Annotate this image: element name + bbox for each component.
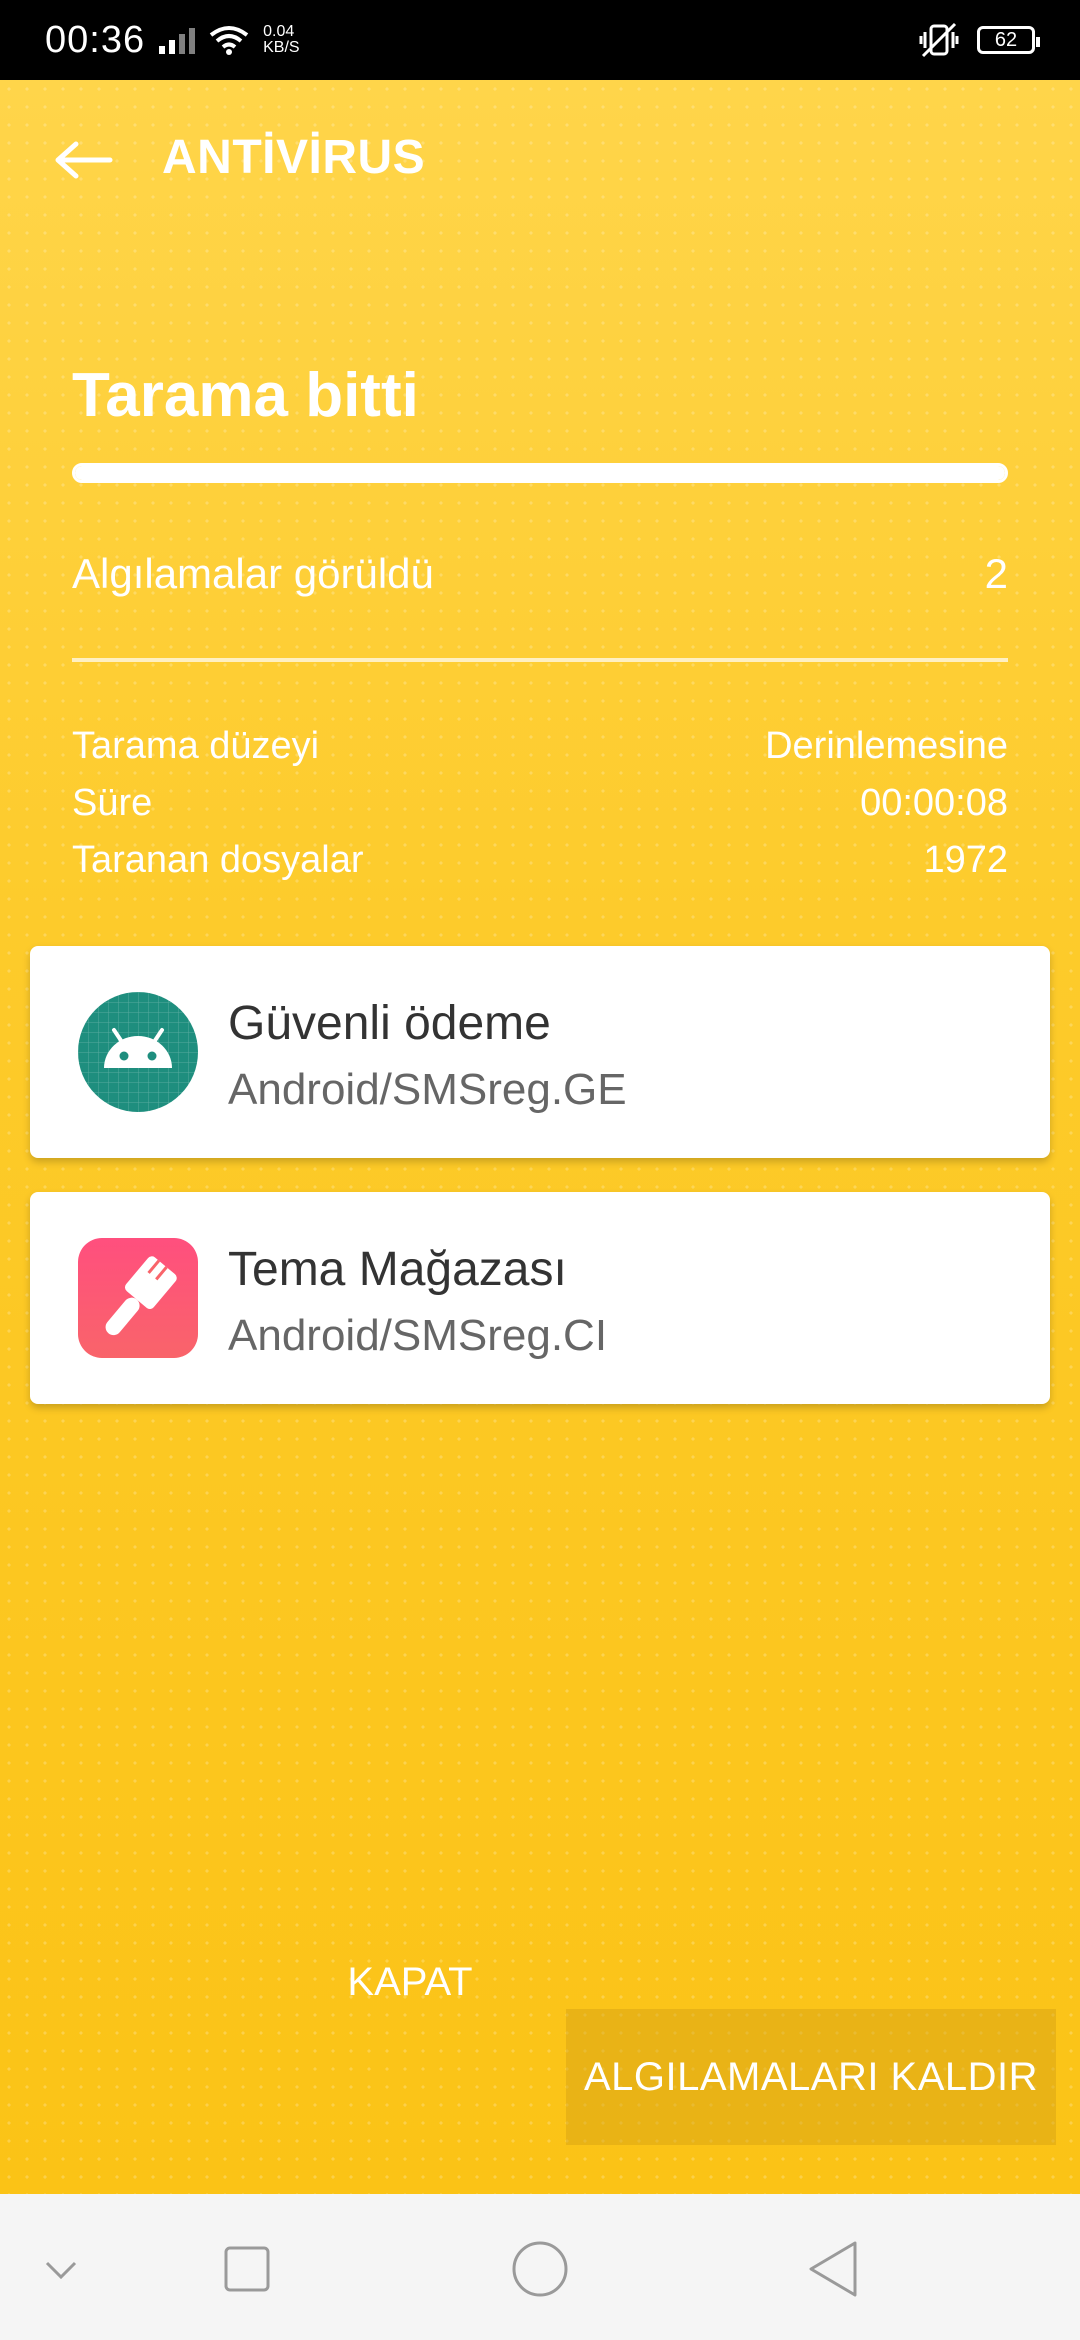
stat-row-scanned-files: Taranan dosyalar 1972 [72,832,1008,889]
detection-threat-name: Android/SMSreg.CI [228,1311,608,1360]
status-time: 00:36 [45,18,146,61]
net-speed-unit: KB/S [263,39,300,56]
scan-progress-bar [72,463,1008,483]
app-header: ANTİVİRUS [0,80,1080,235]
detections-summary: Algılamalar görüldü 2 [72,550,1008,598]
close-button[interactable]: KAPAT [330,1935,490,2029]
divider [72,658,1008,662]
detection-app-name: Güvenli ödeme [228,997,551,1050]
scan-stats: Tarama düzeyi Derinlemesine Süre 00:00:0… [72,718,1008,889]
android-icon [78,992,198,1112]
scan-progress-fill [75,466,1005,480]
scan-status-title: Tarama bitti [72,361,419,430]
detection-text: Güvenli ödeme Android/SMSreg.GE [228,996,627,1115]
stat-label: Taranan dosyalar [72,839,364,881]
vibrate-mute-icon [919,22,959,58]
stat-row-duration: Süre 00:00:08 [72,775,1008,832]
nav-home-button[interactable] [505,2234,575,2304]
nav-recents-button[interactable] [212,2234,282,2304]
detections-label: Algılamalar görüldü [72,550,434,597]
net-speed-value: 0.04 [263,23,295,40]
detections-count: 2 [984,550,1008,597]
page-title: ANTİVİRUS [162,131,426,184]
nav-back-button[interactable] [798,2234,868,2304]
back-button[interactable] [52,128,116,192]
circle-icon [512,2241,568,2297]
main-content: ANTİVİRUS Tarama bitti Algılamalar görül… [0,80,1080,2194]
detection-app-name: Tema Mağazası [228,1243,567,1296]
detection-text: Tema Mağazası Android/SMSreg.CI [228,1242,607,1361]
triangle-back-icon [809,2241,857,2297]
stat-value: 00:00:08 [860,782,1008,824]
status-bar: 00:36 0.04 KB/S 62 [0,0,1080,80]
chevron-down-icon [45,2261,77,2280]
navigation-bar [0,2194,1080,2340]
stat-value: Derinlemesine [765,725,1008,767]
battery-level: 62 [994,28,1018,51]
square-icon [224,2246,270,2292]
wifi-icon [209,26,249,55]
battery-icon: 62 [977,26,1040,54]
signal-icon [159,26,196,54]
detection-card-tema-magazasi[interactable]: Tema Mağazası Android/SMSreg.CI [30,1192,1050,1404]
stat-row-scan-level: Tarama düzeyi Derinlemesine [72,718,1008,775]
paint-brush-icon [78,1238,198,1358]
stat-label: Süre [72,782,153,824]
stat-value: 1972 [923,839,1008,881]
nav-hide-button[interactable] [26,2234,96,2304]
stat-label: Tarama düzeyi [72,725,320,767]
net-speed: 0.04 KB/S [263,24,299,56]
detection-card-guvenli-odeme[interactable]: Güvenli ödeme Android/SMSreg.GE [30,946,1050,1158]
arrow-left-icon [55,141,113,179]
remove-detections-button[interactable]: ALGILAMALARI KALDIR [566,2009,1056,2145]
detection-threat-name: Android/SMSreg.GE [228,1065,627,1114]
